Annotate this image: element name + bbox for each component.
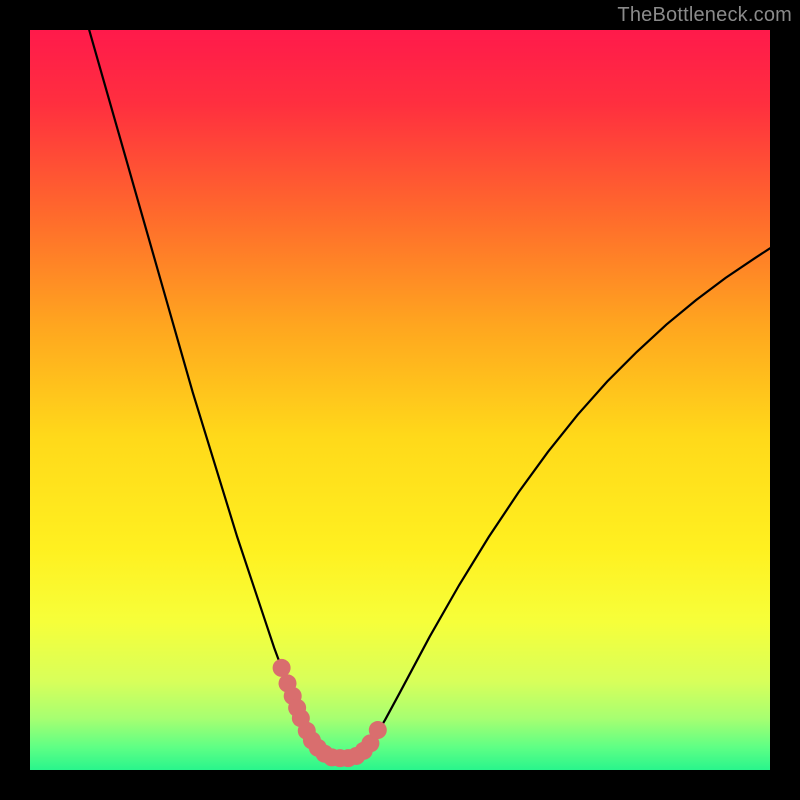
chart-svg: [30, 30, 770, 770]
data-point: [369, 721, 387, 739]
watermark-text: TheBottleneck.com: [617, 4, 792, 27]
chart-frame: TheBottleneck.com: [0, 0, 800, 800]
gradient-background: [30, 30, 770, 770]
data-point: [273, 659, 291, 677]
plot-area: [30, 30, 770, 770]
